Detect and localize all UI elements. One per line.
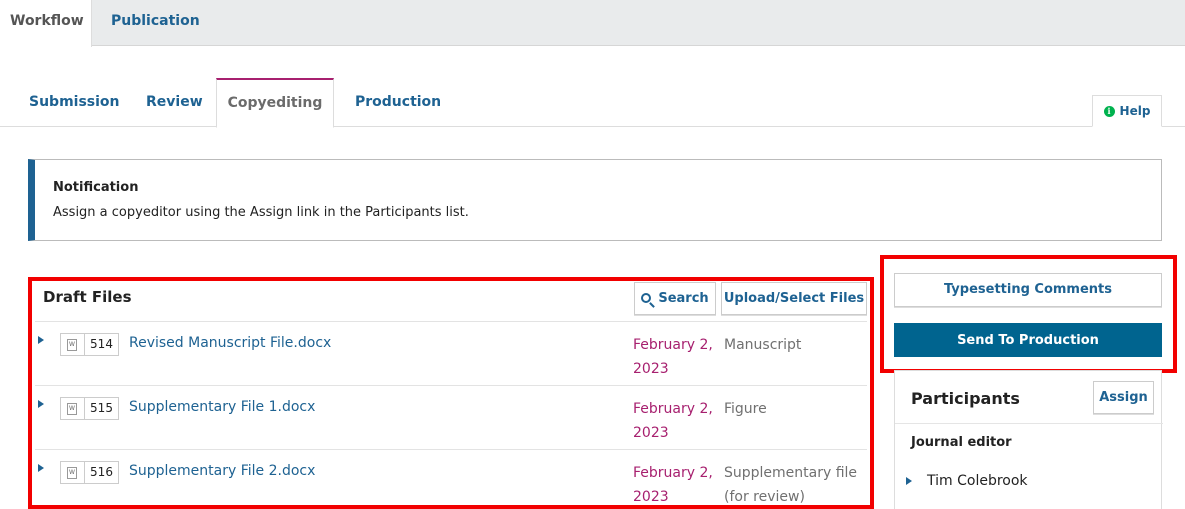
participant-role: Journal editor (911, 435, 1012, 450)
search-icon (641, 293, 652, 303)
file-id: 514 (84, 333, 119, 356)
file-type: Supplementary file (for review) (724, 465, 858, 505)
file-type: Manuscript (724, 337, 802, 353)
expand-caret-icon[interactable] (906, 477, 912, 485)
word-file-icon: W (60, 461, 84, 484)
file-id: 515 (84, 397, 119, 420)
notification-body: Assign a copyeditor using the Assign lin… (53, 205, 469, 220)
typesetting-comments-button[interactable]: Typesetting Comments (894, 273, 1162, 307)
file-date: February 2, 2023 (633, 337, 713, 377)
file-name-link[interactable]: Revised Manuscript File.docx (129, 335, 331, 351)
tab-workflow[interactable]: Workflow (0, 0, 92, 47)
tab-copyediting[interactable]: Copyediting (216, 78, 334, 128)
assign-button[interactable]: Assign (1093, 381, 1154, 414)
tab-publication[interactable]: Publication (101, 0, 210, 46)
file-id: 516 (84, 461, 119, 484)
search-label: Search (658, 291, 709, 306)
upload-select-files-button[interactable]: Upload/Select Files (721, 282, 867, 315)
file-name-link[interactable]: Supplementary File 1.docx (129, 399, 315, 415)
participants-title: Participants (911, 389, 1020, 408)
expand-caret-icon[interactable] (38, 464, 44, 472)
participants-panel: Participants Assign Journal editor Tim C… (894, 370, 1163, 509)
send-to-production-button[interactable]: Send To Production (894, 323, 1162, 357)
search-button[interactable]: Search (634, 282, 716, 315)
tab-review[interactable]: Review (146, 78, 203, 127)
divider (895, 423, 1163, 424)
sidebar: Typesetting Comments Send To Production … (894, 0, 1163, 509)
tab-production[interactable]: Production (355, 78, 441, 127)
draft-files-title: Draft Files (43, 288, 132, 306)
word-file-icon: W (60, 397, 84, 420)
expand-caret-icon[interactable] (38, 336, 44, 344)
file-row: W 515 Supplementary File 1.docx February… (35, 385, 867, 449)
file-row: W 516 Supplementary File 2.docx February… (35, 449, 867, 509)
word-file-icon: W (60, 333, 84, 356)
tab-submission[interactable]: Submission (29, 78, 120, 127)
participant-name[interactable]: Tim Colebrook (927, 473, 1028, 489)
notification-title: Notification (53, 180, 139, 195)
file-name-link[interactable]: Supplementary File 2.docx (129, 463, 315, 479)
file-row: W 514 Revised Manuscript File.docx Febru… (35, 321, 867, 385)
draft-files-panel: Draft Files Search Upload/Select Files W… (35, 280, 867, 505)
file-date: February 2, 2023 (633, 401, 713, 441)
file-date: February 2, 2023 (633, 465, 713, 505)
expand-caret-icon[interactable] (38, 400, 44, 408)
file-type: Figure (724, 401, 767, 417)
